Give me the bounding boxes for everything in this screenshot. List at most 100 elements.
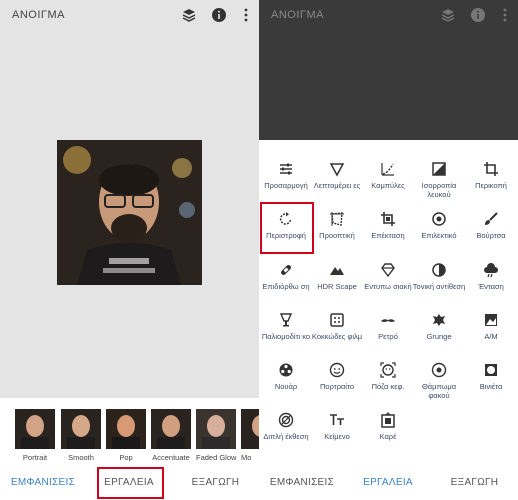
tool-label: Λεπτομέρει ες xyxy=(313,181,361,190)
look-thumbnail xyxy=(241,409,259,449)
tool-white-balance[interactable]: Ισορροπία λευκού xyxy=(412,161,466,213)
stack-icon[interactable] xyxy=(181,7,197,23)
tool-label: Ισορροπία λευκού xyxy=(421,181,457,199)
look-thumbnail xyxy=(61,409,101,449)
info-icon[interactable] xyxy=(211,7,227,23)
curves-icon xyxy=(381,163,394,176)
double-exposure-icon xyxy=(278,412,294,428)
tool-label: Ρετρό xyxy=(378,332,398,341)
look-accentuate[interactable]: Accentuate xyxy=(151,409,191,463)
tool-label: Βινιέτα xyxy=(479,382,503,391)
tool-label: Προσαρμογή xyxy=(264,181,308,190)
tool-label: Παλιομοδίτι κο xyxy=(261,332,311,341)
portrait-icon xyxy=(329,362,345,378)
tool-healing[interactable]: Επιδιόρθω ση xyxy=(259,262,313,314)
tool-grunge[interactable]: Grunge xyxy=(412,312,466,364)
tool-label: Καμπύλες xyxy=(371,181,405,190)
tool-label: Προοπτική xyxy=(319,231,355,240)
tool-vignette[interactable]: Βινιέτα xyxy=(464,362,518,414)
tool-label: A/M xyxy=(484,332,498,341)
tool-vintage[interactable]: Παλιομοδίτι κο xyxy=(259,312,313,364)
look-faded-glow[interactable]: Faded Glow xyxy=(196,409,236,463)
tool-curves[interactable]: Καμπύλες xyxy=(361,161,415,213)
look-label: Smooth xyxy=(68,453,94,462)
tab-looks[interactable]: ΕΜΦΑΝΙΣΕΙΣ xyxy=(259,466,345,500)
tool-perspective[interactable]: Προοπτική xyxy=(310,211,364,263)
tool-black-white[interactable]: A/M xyxy=(464,312,518,364)
look-thumbnail xyxy=(196,409,236,449)
tool-hdr-scape[interactable]: HDR Scape xyxy=(310,262,364,314)
look-portrait[interactable]: Portrait xyxy=(15,409,55,463)
glamour-icon xyxy=(381,263,395,278)
right-pane: ΑΝΟΙΓΜΑ Προσαρμογή Λεπτομέρει ες Καμπύλε… xyxy=(259,0,518,500)
tool-label: Καρέ xyxy=(379,432,397,441)
look-thumbnail xyxy=(15,409,55,449)
tool-grainy-film[interactable]: Κοκκώδες φιλμ xyxy=(310,312,364,364)
top-bar: ΑΝΟΙΓΜΑ xyxy=(259,0,518,30)
tool-retrolux[interactable]: Ρετρό xyxy=(361,312,415,364)
tool-double-exposure[interactable]: Διπλή έκθεση xyxy=(259,412,313,464)
stack-icon[interactable] xyxy=(440,7,456,23)
tool-details[interactable]: Λεπτομέρει ες xyxy=(310,161,364,213)
tool-label: Επέκταση xyxy=(371,231,405,240)
look-thumbnail xyxy=(151,409,191,449)
look-more[interactable]: Mo xyxy=(241,409,259,463)
look-pop[interactable]: Pop xyxy=(106,409,146,463)
open-button[interactable]: ΑΝΟΙΓΜΑ xyxy=(271,9,324,21)
tool-tonal-contrast[interactable]: Τονική αντίθεση xyxy=(412,262,466,314)
tool-brush[interactable]: Βούρτσα xyxy=(464,211,518,263)
vignette-icon xyxy=(485,364,497,376)
tool-portrait[interactable]: Πορτραίτο xyxy=(310,362,364,414)
look-label: Pop xyxy=(119,453,133,462)
tool-label: HDR Scape xyxy=(317,282,357,291)
healing-icon xyxy=(281,265,291,275)
left-pane: ΑΝΟΙΓΜΑ Portrait Smooth Pop Accentuate F… xyxy=(0,0,259,500)
tool-label: Κοκκώδες φιλμ xyxy=(311,332,363,341)
tool-label: Πορτραίτο xyxy=(319,382,354,391)
tool-selective[interactable]: Επιλεκτικό xyxy=(412,211,466,263)
tool-noir[interactable]: Νουάρ xyxy=(259,362,313,414)
selective-icon xyxy=(432,212,446,226)
tune-icon xyxy=(280,163,292,175)
tool-label: Νουάρ xyxy=(274,382,298,391)
tab-tools[interactable]: ΕΡΓΑΛΕΙΑ xyxy=(345,466,431,500)
look-label: Portrait xyxy=(22,453,48,462)
retrolux-icon xyxy=(381,319,395,322)
info-icon[interactable] xyxy=(470,7,486,23)
look-smooth[interactable]: Smooth xyxy=(61,409,101,463)
perspective-icon xyxy=(330,212,344,226)
tool-expand[interactable]: Επέκταση xyxy=(361,211,415,263)
tab-export[interactable]: ΕΞΑΓΩΓΗ xyxy=(431,466,518,500)
hdr-icon xyxy=(330,267,344,275)
brush-icon xyxy=(485,212,498,225)
tool-label: Grunge xyxy=(426,332,452,341)
open-button[interactable]: ΑΝΟΙΓΜΑ xyxy=(12,9,65,21)
tool-text[interactable]: Κείμενο xyxy=(310,412,364,464)
tools-panel: Προσαρμογή Λεπτομέρει ες Καμπύλες Ισορρο… xyxy=(259,140,518,466)
tab-looks[interactable]: ΕΜΦΑΝΙΣΕΙΣ xyxy=(0,466,86,500)
white-balance-icon xyxy=(432,162,446,176)
tool-crop[interactable]: Περικοπή xyxy=(464,161,518,213)
tool-label: Διπλή έκθεση xyxy=(263,432,309,441)
tool-label: Πόζα κεφ. xyxy=(371,382,405,391)
tool-frames[interactable]: Καρέ xyxy=(361,412,415,464)
tool-label: Θάμπωμα φακού xyxy=(421,382,457,400)
look-label: Mo xyxy=(241,453,252,462)
tool-glamour[interactable]: Εντυπω σιακή xyxy=(361,262,415,314)
tab-export[interactable]: ΕΞΑΓΩΓΗ xyxy=(172,466,259,500)
vintage-icon xyxy=(279,313,293,327)
drama-icon xyxy=(484,263,498,278)
tool-label: Εντυπω σιακή xyxy=(364,282,412,291)
text-icon xyxy=(330,414,344,425)
tool-lens-blur[interactable]: Θάμπωμα φακού xyxy=(412,362,466,414)
expand-icon xyxy=(381,212,395,226)
more-vert-icon[interactable] xyxy=(497,7,513,23)
head-pose-icon xyxy=(380,362,396,378)
grunge-icon xyxy=(433,314,445,326)
tool-drama[interactable]: Ένταση xyxy=(464,262,518,314)
look-thumbnail xyxy=(106,409,146,449)
tool-head-pose[interactable]: Πόζα κεφ. xyxy=(361,362,415,414)
lens-blur-icon xyxy=(431,362,447,378)
frames-icon xyxy=(381,412,395,428)
more-vert-icon[interactable] xyxy=(238,7,254,23)
